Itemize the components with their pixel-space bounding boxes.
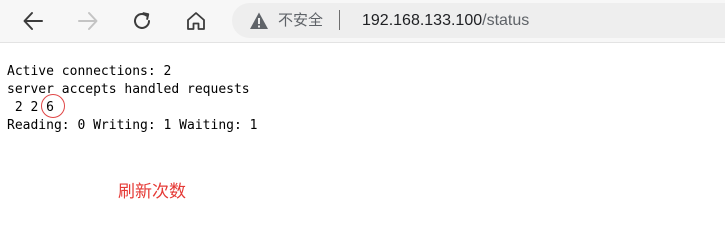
arrow-right-icon — [78, 12, 98, 30]
back-button[interactable] — [16, 4, 50, 38]
browser-toolbar: 不安全 192.168.133.100/status — [0, 0, 725, 43]
warning-triangle-icon[interactable] — [249, 11, 269, 31]
active-connections-line: Active connections: 2 — [7, 64, 172, 79]
highlight-circle — [41, 94, 66, 118]
home-button[interactable] — [179, 4, 213, 38]
reload-button[interactable] — [125, 4, 159, 38]
url-host: 192.168.133.100 — [362, 12, 483, 29]
url-path: /status — [482, 12, 530, 29]
reload-icon — [134, 12, 150, 29]
status-counts-line: 2 2 6 — [7, 94, 257, 118]
handled-requests-value: 6 — [41, 94, 66, 118]
home-icon — [187, 12, 205, 30]
forward-button[interactable] — [71, 4, 105, 38]
arrow-left-icon — [23, 12, 43, 30]
nginx-status-output: Active connections: 2 server accepts hand… — [7, 63, 257, 135]
reading-writing-waiting-line: Reading: 0 Writing: 1 Waiting: 1 — [7, 118, 258, 133]
address-separator — [339, 10, 340, 30]
url-text[interactable]: 192.168.133.100/status — [362, 11, 529, 30]
security-status-label[interactable]: 不安全 — [278, 11, 323, 30]
address-bar[interactable]: 不安全 192.168.133.100/status — [232, 3, 725, 38]
refresh-count-annotation: 刷新次数 — [118, 182, 186, 202]
